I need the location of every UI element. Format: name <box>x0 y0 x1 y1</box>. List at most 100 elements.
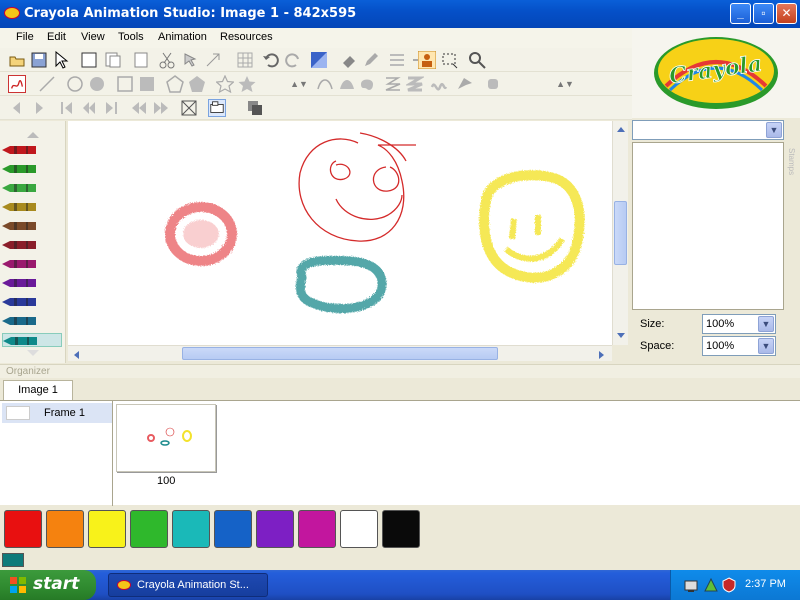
pentagon-outline-icon[interactable] <box>166 75 184 93</box>
eraser-icon[interactable] <box>340 51 358 69</box>
zigzag-outline-icon[interactable] <box>384 75 402 93</box>
square-fill-icon[interactable] <box>138 75 156 93</box>
play-back-icon[interactable] <box>80 99 98 117</box>
start-button[interactable]: start <box>0 570 96 600</box>
color-swatch[interactable] <box>46 510 84 548</box>
color-swatch[interactable] <box>214 510 252 548</box>
crayon-scroll-up-icon[interactable] <box>26 131 40 139</box>
crayon-swatch[interactable] <box>2 200 62 214</box>
pattern-icon[interactable] <box>388 51 406 69</box>
select-icon[interactable] <box>182 51 200 69</box>
onion-skin-icon[interactable] <box>208 99 226 117</box>
stamp-list[interactable] <box>632 142 784 310</box>
curve-icon[interactable] <box>316 75 334 93</box>
close-button[interactable]: ✕ <box>776 3 797 24</box>
drawing-canvas[interactable] <box>68 121 612 345</box>
crayon-swatch[interactable] <box>2 295 62 309</box>
circle-fill-icon[interactable] <box>88 75 106 93</box>
cut-icon[interactable] <box>158 51 176 69</box>
color-swatch[interactable] <box>256 510 294 548</box>
color-swatch[interactable] <box>4 510 42 548</box>
minimize-button[interactable]: _ <box>730 3 751 24</box>
save-icon[interactable] <box>30 51 48 69</box>
next-frame-icon[interactable] <box>30 99 48 117</box>
star-fill-icon[interactable] <box>238 75 256 93</box>
curve-fill-icon[interactable] <box>338 75 356 93</box>
crayon-swatch[interactable] <box>2 276 62 290</box>
shape-size-spinner[interactable]: ▲▼ <box>290 75 308 93</box>
star-outline-icon[interactable] <box>216 75 234 93</box>
crayon-swatch[interactable] <box>2 219 62 233</box>
pencil-icon[interactable] <box>362 51 380 69</box>
undo-icon[interactable] <box>262 51 280 69</box>
frame-list-item[interactable]: Frame 1 <box>2 403 112 423</box>
rewind-icon[interactable] <box>130 99 148 117</box>
stamp-category-select[interactable]: ▼ <box>632 120 784 140</box>
security-shield-icon[interactable] <box>721 577 737 593</box>
menu-view[interactable]: View <box>81 31 105 43</box>
menu-edit[interactable]: Edit <box>47 31 66 43</box>
redo-icon[interactable] <box>284 51 302 69</box>
line-icon[interactable] <box>38 75 56 93</box>
horizontal-scroll-thumb[interactable] <box>182 347 498 360</box>
frame-icon[interactable] <box>132 51 150 69</box>
fast-forward-icon[interactable] <box>152 99 170 117</box>
vertical-scroll-thumb[interactable] <box>614 201 627 265</box>
fit-view-icon[interactable] <box>180 99 198 117</box>
layer-icon[interactable] <box>246 99 264 117</box>
gradient-icon[interactable] <box>310 51 328 69</box>
scroll-right-icon[interactable] <box>598 350 606 360</box>
crayon-scroll-down-icon[interactable] <box>26 349 40 357</box>
space-select[interactable]: 100% ▼ <box>702 336 776 356</box>
size-select[interactable]: 100% ▼ <box>702 314 776 334</box>
pentagon-fill-icon[interactable] <box>188 75 206 93</box>
taskbar-crayola-window[interactable]: Crayola Animation St... <box>108 573 268 597</box>
blob-icon[interactable] <box>358 75 376 93</box>
scroll-left-icon[interactable] <box>72 350 80 360</box>
prev-frame-icon[interactable] <box>8 99 26 117</box>
color-swatch[interactable] <box>88 510 126 548</box>
freehand-icon[interactable] <box>8 75 26 93</box>
crayon-swatch[interactable] <box>2 162 62 176</box>
canvas-vertical-scrollbar[interactable] <box>612 121 628 345</box>
circle-outline-icon[interactable] <box>66 75 84 93</box>
color-swatch[interactable] <box>298 510 336 548</box>
menu-resources[interactable]: Resources <box>220 31 273 43</box>
zoom-icon[interactable] <box>468 51 486 69</box>
crayon-swatch[interactable] <box>2 181 62 195</box>
tab-image-1[interactable]: Image 1 <box>3 380 73 400</box>
resize-icon[interactable] <box>204 51 222 69</box>
color-swatch[interactable] <box>130 510 168 548</box>
frame-thumbnail[interactable] <box>116 404 216 472</box>
menu-animation[interactable]: Animation <box>158 31 207 43</box>
crayon-swatch[interactable] <box>2 257 62 271</box>
menu-file[interactable]: File <box>16 31 34 43</box>
new-frame-icon[interactable] <box>80 51 98 69</box>
arrow-shape-icon[interactable] <box>456 75 474 93</box>
scroll-up-icon[interactable] <box>616 125 626 133</box>
safely-remove-icon[interactable] <box>703 577 719 593</box>
open-icon[interactable] <box>8 51 26 69</box>
square-outline-icon[interactable] <box>116 75 134 93</box>
stamp-person-icon[interactable] <box>418 51 436 69</box>
crayon-swatch[interactable] <box>2 333 62 347</box>
crop-icon[interactable] <box>440 51 458 69</box>
scroll-down-icon[interactable] <box>616 331 626 339</box>
grid-icon[interactable] <box>236 51 254 69</box>
canvas-horizontal-scrollbar[interactable] <box>68 345 612 361</box>
menu-tools[interactable]: Tools <box>118 31 144 43</box>
last-frame-icon[interactable] <box>102 99 120 117</box>
copy-frame-icon[interactable] <box>104 51 122 69</box>
color-swatch[interactable] <box>340 510 378 548</box>
first-frame-icon[interactable] <box>58 99 76 117</box>
color-swatch[interactable] <box>382 510 420 548</box>
rounded-rect-icon[interactable] <box>484 75 502 93</box>
network-icon[interactable] <box>683 577 699 593</box>
brush-size-spinner[interactable]: ▲▼ <box>556 75 574 93</box>
crayon-swatch[interactable] <box>2 314 62 328</box>
wave-icon[interactable] <box>430 75 448 93</box>
maximize-button[interactable]: ▫ <box>753 3 774 24</box>
zigzag-fill-icon[interactable] <box>406 75 424 93</box>
crayon-swatch[interactable] <box>2 238 62 252</box>
color-swatch[interactable] <box>172 510 210 548</box>
